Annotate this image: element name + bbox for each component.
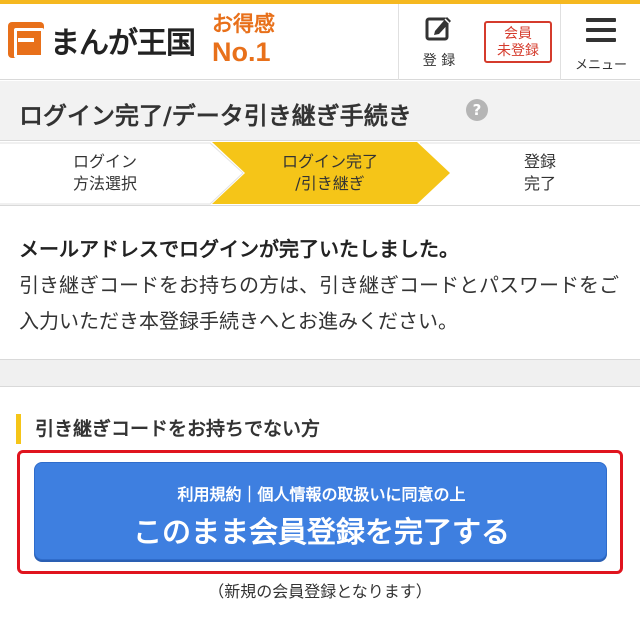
menu-label: メニュー <box>574 58 627 73</box>
member-status-line2: 未登録 <box>497 43 539 59</box>
pencil-edit-icon <box>425 17 451 41</box>
promo-badge: お得感 No.1 <box>212 14 275 66</box>
button-main-label: このまま会員登録を完了する <box>132 515 510 549</box>
step-login-method: ログイン 方法選択 <box>40 151 170 195</box>
completion-body: 引き継ぎコードをお持ちの方は、引き継ぎコードとパスワードをご入力いただき本登録手… <box>19 273 619 333</box>
logo-mark-icon <box>8 22 44 58</box>
register-button[interactable]: 登 録 <box>398 4 478 80</box>
member-status-area: 会員 未登録 <box>478 4 560 80</box>
site-logo[interactable]: まんが王国 <box>8 18 196 62</box>
logo-text: まんが王国 <box>50 26 196 61</box>
site-header: まんが王国 お得感 No.1 登 録 会員 未登録 メニュー <box>0 4 640 80</box>
step-2-line2: /引き継ぎ <box>295 174 365 193</box>
register-label: 登 録 <box>422 53 456 69</box>
new-registration-note: （新規の会員登録となります） <box>208 582 432 601</box>
section-title: 引き継ぎコードをお持ちでない方 <box>16 414 320 444</box>
complete-registration-button[interactable]: 利用規約｜個人情報の取扱いに同意の上 このまま会員登録を完了する <box>34 462 607 560</box>
page-title: ログイン完了/データ引き継ぎ手続き <box>19 102 412 130</box>
hamburger-menu-icon <box>586 18 616 42</box>
completion-message: メールアドレスでログインが完了いたしました。 引き継ぎコードをお持ちの方は、引き… <box>0 207 640 359</box>
page-title-bar: ログイン完了/データ引き継ぎ手続き ? <box>0 81 640 141</box>
step-1-line1: ログイン <box>72 152 137 171</box>
promo-badge-line1: お得感 <box>212 12 275 36</box>
help-icon[interactable]: ? <box>466 99 488 121</box>
menu-button[interactable]: メニュー <box>560 4 640 80</box>
step-3-line2: 完了 <box>523 174 556 193</box>
step-1-line2: 方法選択 <box>72 174 137 193</box>
member-status-line1: 会員 <box>504 26 532 42</box>
member-status-badge[interactable]: 会員 未登録 <box>484 21 552 63</box>
step-2-line1: ログイン完了 <box>281 152 378 171</box>
section-divider <box>0 359 640 387</box>
no-transfer-code-section: 引き継ぎコードをお持ちでない方 利用規約｜個人情報の取扱いに同意の上 このまま会… <box>0 388 640 630</box>
step-login-complete: ログイン完了 /引き継ぎ <box>255 151 405 195</box>
step-3-line1: 登録 <box>523 152 556 171</box>
step-registration-complete: 登録 完了 <box>475 151 605 195</box>
progress-steps: ログイン 方法選択 ログイン完了 /引き継ぎ 登録 完了 <box>0 142 640 206</box>
completion-headline: メールアドレスでログインが完了いたしました。 <box>19 237 459 261</box>
button-consent-text: 利用規約｜個人情報の取扱いに同意の上 <box>177 485 466 504</box>
promo-badge-line2: No.1 <box>212 37 271 67</box>
